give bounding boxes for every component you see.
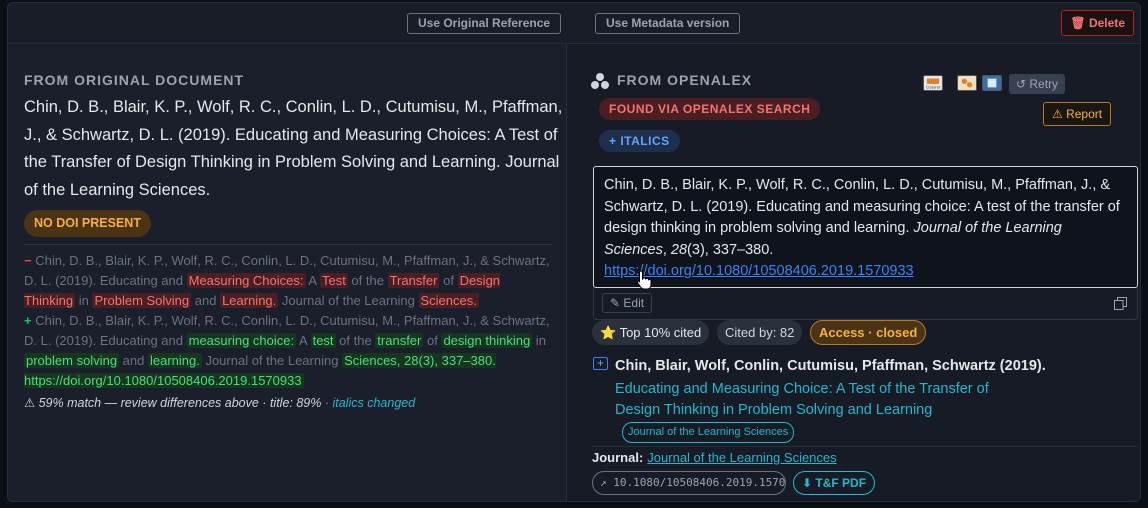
diff-added-text: + Chin, D. B., Blair, K. P., Wolf, R. C.… <box>24 311 552 391</box>
citation-editor[interactable]: Chin, D. B., Blair, K. P., Wolf, R. C., … <box>593 166 1138 288</box>
diff-unchanged-text: in <box>532 333 546 348</box>
diff-removed-segment: Measuring Choices: <box>186 273 306 288</box>
semantic-scholar-icon[interactable] <box>957 75 977 91</box>
no-doi-badge: NO DOI PRESENT <box>24 210 151 237</box>
hand-cursor-icon <box>636 270 652 290</box>
diff-unchanged-text: Journal of the Learning <box>278 293 419 308</box>
diff-unchanged-text: of the <box>347 273 388 288</box>
openalex-section-title: FROM OPENALEX <box>617 72 753 88</box>
openalex-panel: FROM OPENALEX FOUND VIA OPENALEX SEARCH … <box>566 44 1140 501</box>
divider <box>592 446 1138 447</box>
pdf-download-button[interactable]: ⬇ T&F PDF <box>793 471 876 495</box>
diff-added-segment: design thinking <box>441 333 533 348</box>
action-toolbar: Use Original Reference Use Metadata vers… <box>8 3 1140 44</box>
journal-row: Journal: Journal of the Learning Sciences <box>592 450 837 465</box>
diff-sign: + <box>24 313 32 328</box>
edit-button[interactable]: ✎ Edit <box>602 293 653 313</box>
journal-label: Journal: <box>592 450 644 465</box>
cited-by-badge: Cited by: 82 <box>717 320 803 345</box>
metadata-authors: Chin, Blair, Wolf, Conlin, Cutumisu, Pfa… <box>615 358 1046 374</box>
journal-chip: Journal of the Learning Sciences <box>622 422 795 443</box>
diff-added-segment: measuring choice: <box>186 333 297 348</box>
crossref-icon[interactable]: Crossref <box>923 75 943 91</box>
doi-link-field[interactable]: ↗ 10.1080/10508406.2019.1570933 <box>592 471 786 495</box>
copy-icon[interactable] <box>1114 297 1127 310</box>
diff-removed-text: − Chin, D. B., Blair, K. P., Wolf, R. C.… <box>24 251 552 311</box>
report-button[interactable]: ⚠ Report <box>1043 102 1112 126</box>
diff-sign: − <box>24 253 32 268</box>
diff-unchanged-text: Journal of the Learning <box>201 353 343 368</box>
delete-label: Delete <box>1088 16 1125 30</box>
use-original-button[interactable]: Use Original Reference <box>407 13 562 34</box>
citation-volume: 28 <box>670 241 688 258</box>
openalex-logo-icon <box>591 73 609 89</box>
diff-removed-segment: Test <box>319 273 348 288</box>
journal-link[interactable]: Journal of the Learning Sciences <box>647 450 836 465</box>
citation-actions: ✎ Edit <box>593 288 1138 320</box>
delete-button[interactable]: 🗑 Delete <box>1061 10 1134 36</box>
trash-icon: 🗑 <box>1070 16 1086 30</box>
diff-unchanged-text: and <box>119 353 148 368</box>
top-cited-badge: ⭐ Top 10% cited <box>592 320 710 345</box>
diff-removed-segment: Learning. <box>220 293 279 308</box>
diff-added-segment: transfer <box>375 333 424 348</box>
italics-badge: + ITALICS <box>599 130 680 152</box>
italics-changed-note: · italics changed <box>321 396 416 410</box>
retry-button[interactable]: ↺ Retry <box>1009 74 1066 94</box>
diff-unchanged-text: A <box>296 333 311 348</box>
crossref-icon-label: Crossref <box>926 85 941 89</box>
diff-removed-segment: Sciences. <box>418 293 479 308</box>
diff-added-segment: learning. <box>147 353 202 368</box>
access-badge: Access · closed <box>810 320 927 345</box>
diff-removed-segment: Problem Solving <box>92 293 192 308</box>
match-summary: ⚠ 59% match — review differences above ·… <box>24 395 415 410</box>
original-reference-text: Chin, D. B., Blair, K. P., Wolf, R. C., … <box>24 98 563 199</box>
diff-unchanged-text: and <box>191 293 221 308</box>
expand-plus-icon[interactable]: + <box>593 357 608 370</box>
citation-separator: , <box>662 241 671 258</box>
diff-unchanged-text: of the <box>335 333 376 348</box>
diff-added-segment: problem solving <box>24 353 120 368</box>
reference-review-panel: Use Original Reference Use Metadata vers… <box>7 2 1141 502</box>
citation-pages: (3), 337–380. <box>687 241 774 258</box>
diff-removed-segment: Transfer <box>387 273 440 288</box>
original-section-title: FROM ORIGINAL DOCUMENT <box>24 72 245 88</box>
diff-unchanged-text: in <box>75 293 93 308</box>
found-via-badge: FOUND VIA OPENALEX SEARCH <box>599 98 821 120</box>
original-document-panel: FROM ORIGINAL DOCUMENT Chin, D. B., Blai… <box>8 44 566 501</box>
metadata-title-link[interactable]: Educating and Measuring Choice: A Test o… <box>615 379 1015 421</box>
openalex-source-icon[interactable] <box>982 75 1002 91</box>
use-metadata-button[interactable]: Use Metadata version <box>595 13 741 34</box>
diff-added-segment: test <box>310 333 336 348</box>
match-summary-text: ⚠ 59% match — review differences above ·… <box>24 396 322 410</box>
diff-unchanged-text: of <box>439 273 458 288</box>
diff-unchanged-text: A <box>305 273 320 288</box>
diff-unchanged-text: of <box>423 333 442 348</box>
divider <box>24 244 552 245</box>
